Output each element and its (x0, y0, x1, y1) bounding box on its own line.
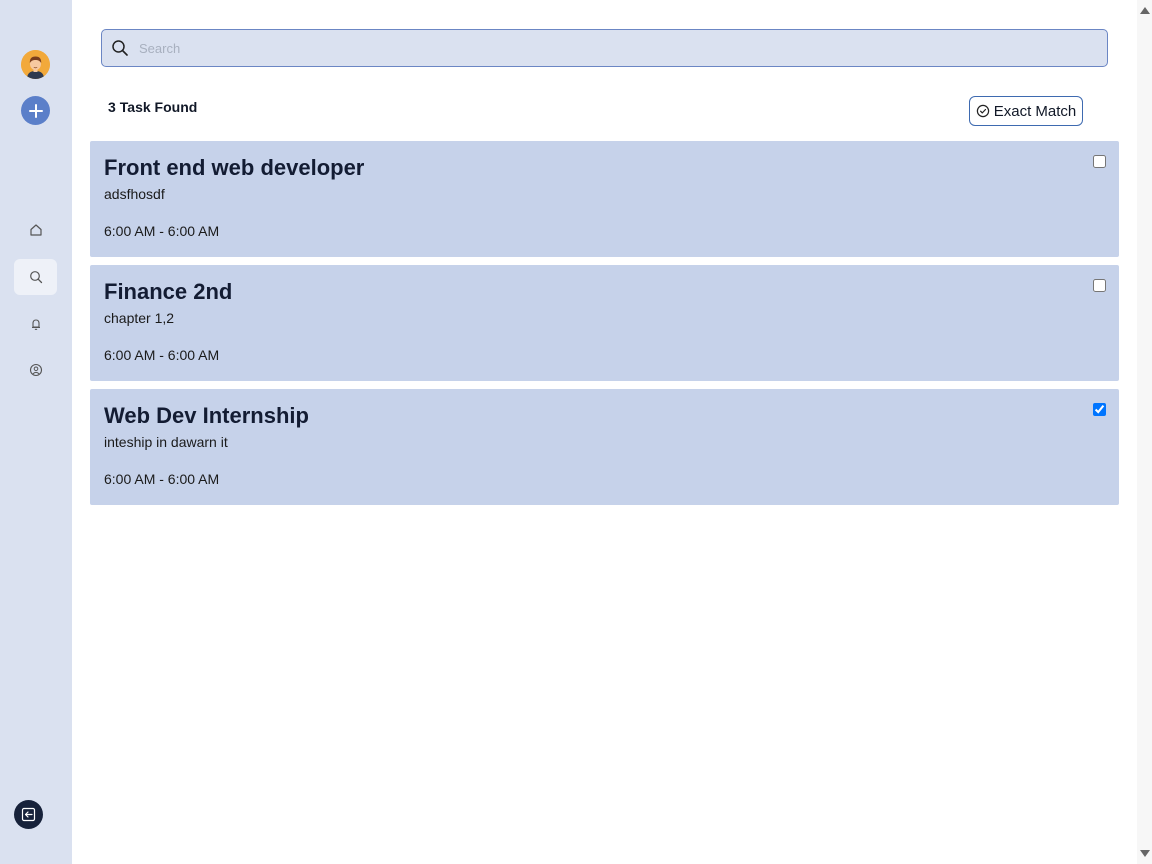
task-description: adsfhosdf (104, 186, 165, 202)
task-description: inteship in dawarn it (104, 434, 228, 450)
task-time: 6:00 AM - 6:00 AM (104, 223, 220, 239)
task-checkbox[interactable] (1093, 155, 1106, 168)
results-count-number: 3 (108, 99, 116, 115)
sidebar-item-home[interactable] (14, 212, 57, 248)
scroll-down-arrow-icon[interactable] (1140, 850, 1150, 857)
sidebar-item-notifications[interactable] (14, 306, 57, 342)
results-count: 3 Task Found (108, 99, 197, 115)
task-card[interactable]: Web Dev Internship inteship in dawarn it… (90, 389, 1119, 505)
logout-button[interactable] (14, 800, 43, 829)
task-time: 6:00 AM - 6:00 AM (104, 347, 220, 363)
check-circle-icon (976, 104, 989, 118)
exact-match-button[interactable]: Exact Match (969, 96, 1083, 126)
scroll-up-arrow-icon[interactable] (1140, 7, 1150, 14)
avatar-icon (21, 50, 50, 79)
sidebar-item-search[interactable] (14, 259, 57, 295)
user-circle-icon (29, 363, 42, 377)
avatar[interactable] (21, 50, 50, 79)
task-title: Front end web developer (104, 155, 365, 180)
logout-icon (21, 807, 36, 822)
search-icon (29, 271, 42, 284)
task-card[interactable]: Finance 2nd chapter 1,2 6:00 AM - 6:00 A… (90, 265, 1119, 381)
bell-icon (31, 319, 40, 330)
plus-icon (28, 103, 43, 118)
search-icon (111, 39, 129, 57)
sidebar (0, 0, 72, 864)
search-input[interactable] (139, 30, 1107, 66)
task-checkbox[interactable] (1093, 403, 1106, 416)
exact-match-label: Exact Match (993, 102, 1077, 120)
task-title: Finance 2nd (104, 279, 233, 304)
task-title: Web Dev Internship (104, 403, 309, 428)
scrollbar[interactable] (1137, 0, 1152, 864)
home-icon (29, 224, 42, 236)
results-count-label: Task Found (119, 99, 198, 115)
task-time: 6:00 AM - 6:00 AM (104, 471, 220, 487)
search-bar (101, 29, 1108, 67)
add-task-button[interactable] (21, 96, 50, 125)
task-checkbox[interactable] (1093, 279, 1106, 292)
task-description: chapter 1,2 (104, 310, 175, 326)
task-card[interactable]: Front end web developer adsfhosdf 6:00 A… (90, 141, 1119, 257)
sidebar-item-profile[interactable] (14, 352, 57, 388)
